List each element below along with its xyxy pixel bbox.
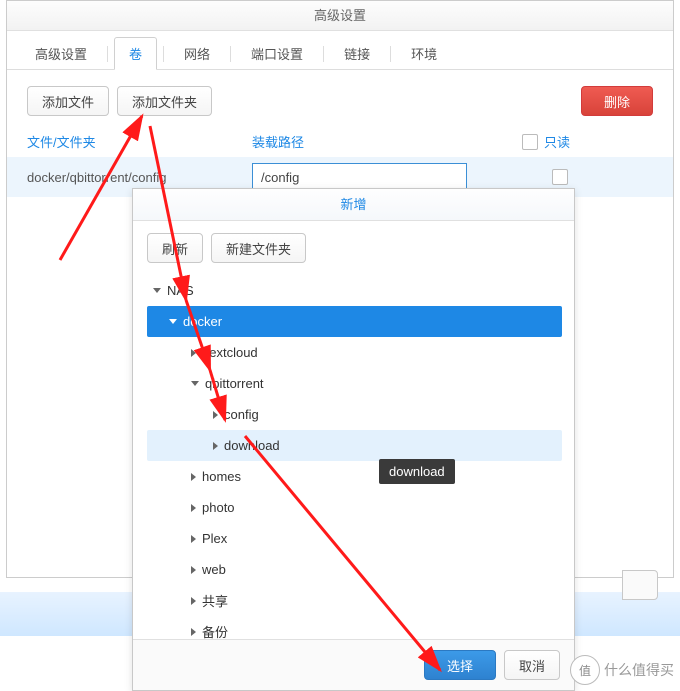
readonly-header-checkbox[interactable] [522,134,538,150]
caret-right-icon [191,628,196,636]
hidden-button-fragment [622,570,658,600]
picker-toolbar: 刷新 新建文件夹 [133,221,574,275]
picker-title: 新增 [133,189,574,221]
modal-title: 高级设置 [7,1,673,31]
tree-label: Plex [202,531,227,546]
picker-footer: 选择 取消 [133,639,574,690]
tree-node-share[interactable]: 共享 [147,585,562,616]
tree-label: docker [183,314,222,329]
refresh-button[interactable]: 刷新 [147,233,203,263]
tab-links[interactable]: 链接 [330,38,384,69]
tab-separator [230,46,231,62]
tab-separator [390,46,391,62]
tab-separator [107,46,108,62]
col-readonly-label: 只读 [544,132,570,151]
tab-bar: 高级设置 卷 网络 端口设置 链接 环境 [7,31,673,70]
tree-node-qbittorrent[interactable]: qbittorrent [147,368,562,399]
tree-node-nextcloud[interactable]: nextcloud [147,337,562,368]
folder-picker-modal: 新增 刷新 新建文件夹 NAS docker nextcloud qbittor… [132,188,575,691]
tree-label: qbittorrent [205,376,264,391]
tree-label: web [202,562,226,577]
host-path-cell: docker/qbittorrent/config [27,170,252,185]
caret-right-icon [191,535,196,543]
caret-right-icon [213,411,218,419]
tooltip: download [379,459,455,484]
tree-node-photo[interactable]: photo [147,492,562,523]
tree-node-docker[interactable]: docker [147,306,562,337]
col-readonly-header: 只读 [522,132,653,151]
tree-label: 共享 [202,591,228,610]
tab-separator [323,46,324,62]
tree-label: homes [202,469,241,484]
col-path-header: 文件/文件夹 [27,132,252,151]
tree-label: download [224,438,280,453]
tree-node-web[interactable]: web [147,554,562,585]
tab-separator [163,46,164,62]
tree-label: 备份 [202,622,228,639]
tree-label: nextcloud [202,345,258,360]
tree-node-download[interactable]: download [147,430,562,461]
tree-node-plex[interactable]: Plex [147,523,562,554]
tree-node-config[interactable]: config [147,399,562,430]
readonly-checkbox[interactable] [552,169,568,185]
watermark-text: 什么值得买 [604,660,674,680]
tree-node-homes[interactable]: homes download [147,461,562,492]
add-folder-button[interactable]: 添加文件夹 [117,86,212,116]
caret-right-icon [191,597,196,605]
action-row: 添加文件 添加文件夹 删除 [7,70,673,132]
volume-table-header: 文件/文件夹 装载路径 只读 [7,132,673,157]
col-mount-header: 装载路径 [252,132,522,151]
tab-advanced[interactable]: 高级设置 [21,38,101,69]
tree-node-backup[interactable]: 备份 [147,616,562,639]
tab-ports[interactable]: 端口设置 [237,38,317,69]
select-button[interactable]: 选择 [424,650,496,680]
caret-right-icon [191,349,196,357]
caret-down-icon [169,319,177,324]
folder-tree: NAS docker nextcloud qbittorrent config … [133,275,574,639]
tree-root[interactable]: NAS [147,275,562,306]
caret-down-icon [191,381,199,386]
tree-label: config [224,407,259,422]
caret-right-icon [191,504,196,512]
caret-right-icon [191,566,196,574]
mount-path-input[interactable] [252,163,467,191]
tree-label: photo [202,500,235,515]
caret-right-icon [191,473,196,481]
tab-env[interactable]: 环境 [397,38,451,69]
cancel-button[interactable]: 取消 [504,650,560,680]
add-file-button[interactable]: 添加文件 [27,86,109,116]
watermark: 值 什么值得买 [570,655,674,685]
tab-volume[interactable]: 卷 [114,37,157,70]
tab-network[interactable]: 网络 [170,38,224,69]
delete-button[interactable]: 删除 [581,86,653,116]
new-folder-button[interactable]: 新建文件夹 [211,233,306,263]
caret-right-icon [213,442,218,450]
watermark-badge: 值 [570,655,600,685]
tree-label: NAS [167,283,194,298]
caret-down-icon [153,288,161,293]
